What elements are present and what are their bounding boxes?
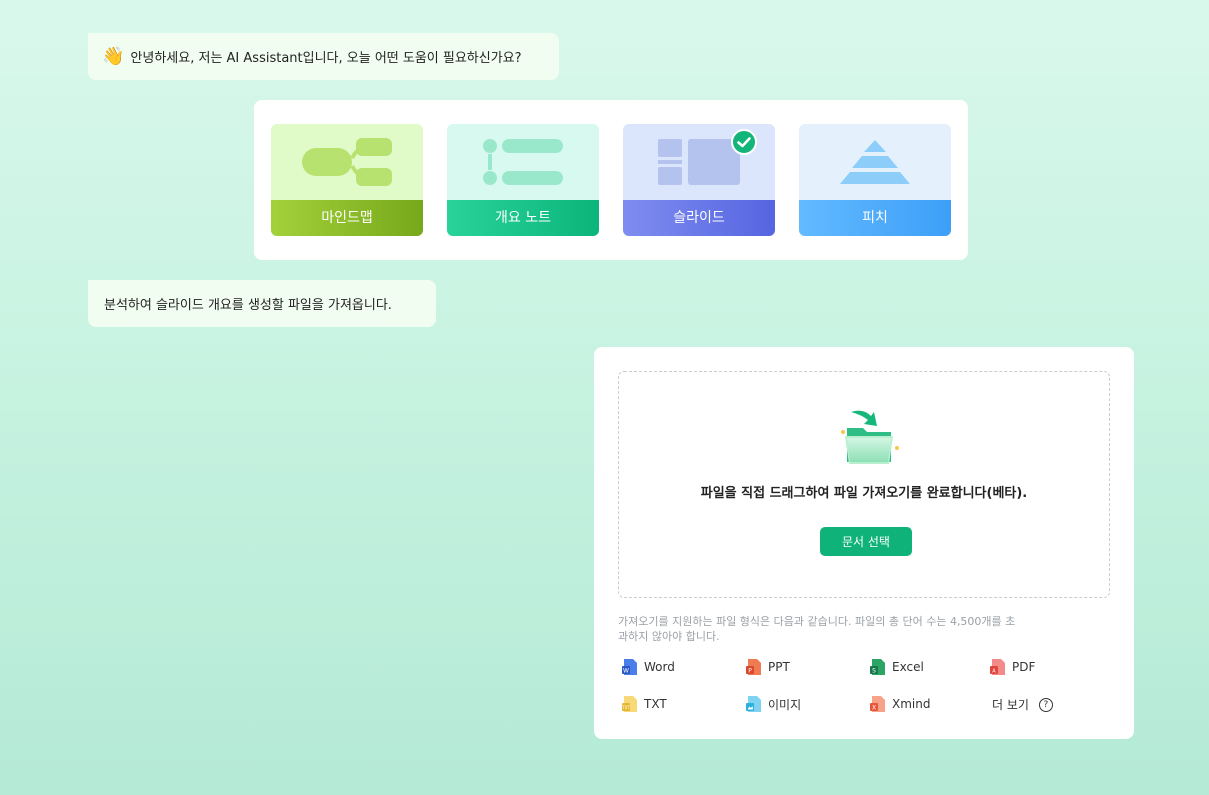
image-file-icon — [746, 696, 761, 712]
pdf-file-icon: A — [990, 659, 1005, 675]
xmind-file-icon: X — [870, 696, 885, 712]
format-image-label: 이미지 — [768, 697, 802, 712]
word-file-icon: W — [622, 659, 637, 675]
waving-hand-icon: 👋 — [102, 45, 125, 67]
type-card-mindmap[interactable]: 마인드맵 — [271, 124, 423, 236]
format-excel: S Excel — [870, 658, 924, 676]
type-label-slide: 슬라이드 — [623, 200, 775, 236]
selected-check-icon — [731, 129, 757, 155]
file-import-panel: 파일을 직접 드래그하여 파일 가져오기를 완료합니다(베타). 문서 선택 가… — [594, 347, 1134, 739]
txt-file-icon: TXT — [622, 696, 637, 712]
type-label-mindmap: 마인드맵 — [271, 200, 423, 236]
svg-text:W: W — [623, 668, 629, 675]
outline-list-icon — [483, 139, 563, 185]
help-question-icon[interactable]: ? — [1038, 697, 1053, 712]
type-card-pitch[interactable]: 피치 — [799, 124, 951, 236]
assistant-greeting-bubble: 👋 안녕하세요, 저는 AI Assistant입니다, 오늘 어떤 도움이 필… — [88, 33, 559, 80]
file-drop-zone[interactable]: 파일을 직접 드래그하여 파일 가져오기를 완료합니다(베타). 문서 선택 — [618, 371, 1110, 598]
mindmap-icon — [302, 138, 392, 186]
type-card-outline[interactable]: 개요 노트 — [447, 124, 599, 236]
type-card-slide[interactable]: 슬라이드 — [623, 124, 775, 236]
format-ppt-label: PPT — [768, 660, 790, 674]
svg-text:A: A — [992, 669, 996, 675]
excel-file-icon: S — [870, 659, 885, 675]
info-text: 분석하여 슬라이드 개요를 생성할 파일을 가져옵니다. — [104, 298, 392, 313]
type-label-outline: 개요 노트 — [447, 200, 599, 236]
ppt-file-icon: P — [746, 659, 761, 675]
type-label-pitch: 피치 — [799, 200, 951, 236]
greeting-text: 안녕하세요, 저는 AI Assistant입니다, 오늘 어떤 도움이 필요하… — [130, 51, 522, 66]
svg-text:P: P — [748, 668, 752, 675]
pitch-pyramid-icon — [840, 140, 910, 184]
format-word: W Word — [622, 658, 675, 676]
format-xmind-label: Xmind — [892, 697, 931, 711]
format-pdf-label: PDF — [1012, 660, 1036, 674]
select-document-button[interactable]: 문서 선택 — [820, 527, 912, 556]
format-txt: TXT TXT — [622, 695, 667, 713]
format-pdf: A PDF — [990, 658, 1035, 676]
format-word-label: Word — [644, 660, 675, 674]
format-ppt: P PPT — [746, 658, 790, 676]
assistant-info-bubble: 분석하여 슬라이드 개요를 생성할 파일을 가져옵니다. — [88, 280, 436, 327]
more-formats-link[interactable]: 더 보기 ? — [992, 696, 1053, 713]
format-xmind: X Xmind — [870, 695, 930, 713]
drop-instruction-text: 파일을 직접 드래그하여 파일 가져오기를 완료합니다(베타). — [700, 486, 1028, 501]
svg-text:S: S — [872, 668, 876, 675]
format-excel-label: Excel — [892, 660, 924, 674]
folder-import-icon — [841, 410, 899, 464]
format-image: 이미지 — [746, 695, 801, 713]
format-txt-label: TXT — [644, 697, 667, 711]
svg-text:TXT: TXT — [622, 705, 630, 710]
document-type-panel: 마인드맵 개요 노트 슬라이드 피치 — [254, 100, 968, 260]
supported-formats-note: 가져오기를 지원하는 파일 형식은 다음과 같습니다. 파일의 총 단어 수는 … — [618, 615, 1016, 643]
svg-text:X: X — [872, 705, 876, 712]
more-formats-label: 더 보기 — [992, 698, 1029, 712]
